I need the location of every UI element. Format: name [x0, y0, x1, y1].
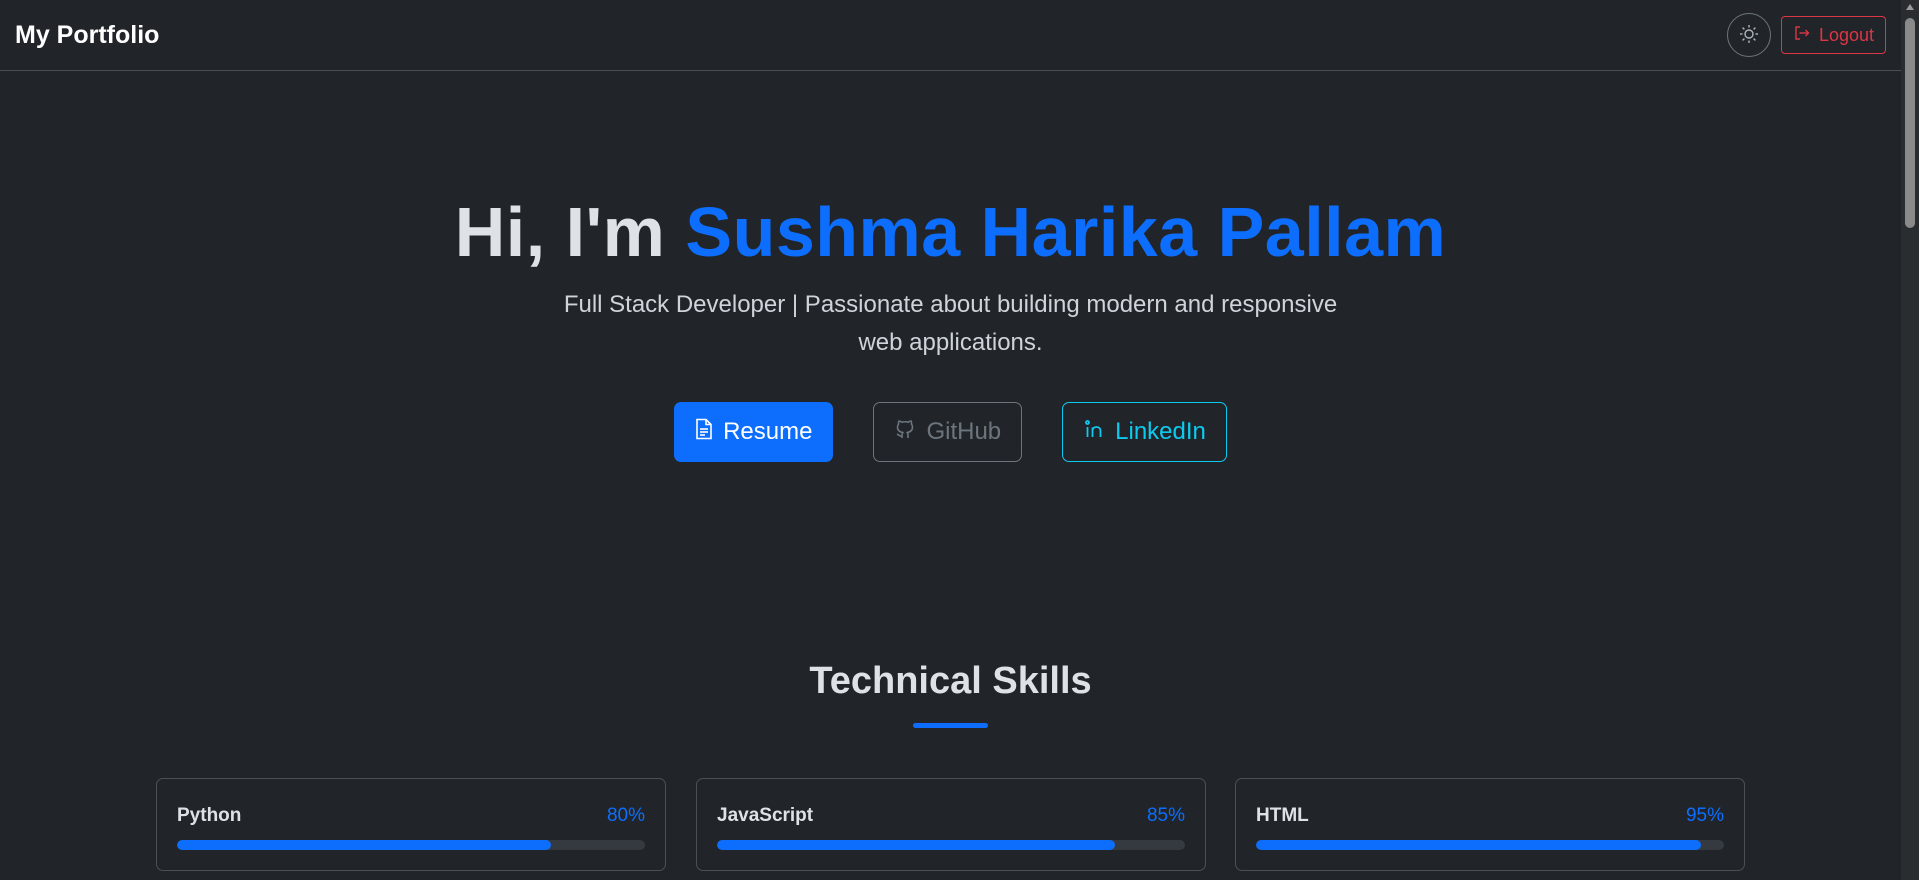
skill-header: HTML 95%: [1256, 805, 1724, 827]
file-text-icon: [695, 418, 713, 447]
skill-progress-track: [1256, 840, 1724, 850]
skill-progress-fill: [177, 840, 552, 850]
skill-card-javascript: JavaScript 85%: [696, 778, 1206, 871]
skill-progress-fill: [717, 840, 1115, 850]
hero-subtitle: Full Stack Developer | Passionate about …: [563, 291, 1338, 356]
hero-name: Sushma Harika Pallam: [685, 193, 1447, 271]
theme-toggle-button[interactable]: [1726, 13, 1771, 57]
skill-name: Python: [177, 805, 242, 826]
skill-name: JavaScript: [717, 805, 814, 826]
linkedin-label: LinkedIn: [1115, 418, 1206, 445]
linkedin-icon: [1083, 418, 1105, 447]
skill-header: JavaScript 85%: [717, 805, 1185, 827]
logout-label: Logout: [1818, 24, 1874, 45]
resume-button[interactable]: Resume: [674, 402, 834, 462]
skill-percent: 95%: [1685, 805, 1724, 826]
linkedin-button[interactable]: LinkedIn: [1062, 402, 1227, 462]
skill-percent: 80%: [606, 805, 645, 826]
hero-greeting: Hi, I'm: [454, 193, 686, 271]
logout-button[interactable]: Logout: [1780, 16, 1886, 54]
skill-progress-track: [717, 840, 1185, 850]
hero-title: Hi, I'm Sushma Harika Pallam: [0, 190, 1901, 274]
vertical-scrollbar[interactable]: [1901, 0, 1919, 880]
hero-buttons: Resume GitHub LinkedIn: [0, 402, 1901, 462]
skill-card-python: Python 80%: [156, 778, 666, 871]
box-arrow-right-icon: [1793, 24, 1811, 47]
scroll-thumb[interactable]: [1905, 18, 1915, 228]
navbar: My Portfolio Logout: [0, 0, 1901, 71]
brand-title[interactable]: My Portfolio: [15, 21, 159, 50]
skills-title: Technical Skills: [809, 660, 1092, 702]
nav-actions: Logout: [1726, 13, 1886, 57]
scroll-up-arrow-icon[interactable]: [1906, 4, 1914, 10]
github-button[interactable]: GitHub: [873, 402, 1023, 462]
skill-progress-track: [177, 840, 645, 850]
github-icon: [894, 418, 916, 447]
page: My Portfolio Logout Hi, I'm Sushma Harik…: [0, 0, 1901, 880]
skill-card-html: HTML 95%: [1235, 778, 1745, 871]
skill-percent: 85%: [1146, 805, 1185, 826]
resume-label: Resume: [723, 418, 813, 445]
skills-title-underline: [913, 723, 988, 728]
github-label: GitHub: [926, 418, 1002, 445]
sun-icon: [1739, 24, 1759, 47]
hero-section: Hi, I'm Sushma Harika Pallam Full Stack …: [0, 190, 1901, 462]
skill-header: Python 80%: [177, 805, 645, 827]
skill-progress-fill: [1256, 840, 1701, 850]
skill-name: HTML: [1256, 805, 1309, 826]
